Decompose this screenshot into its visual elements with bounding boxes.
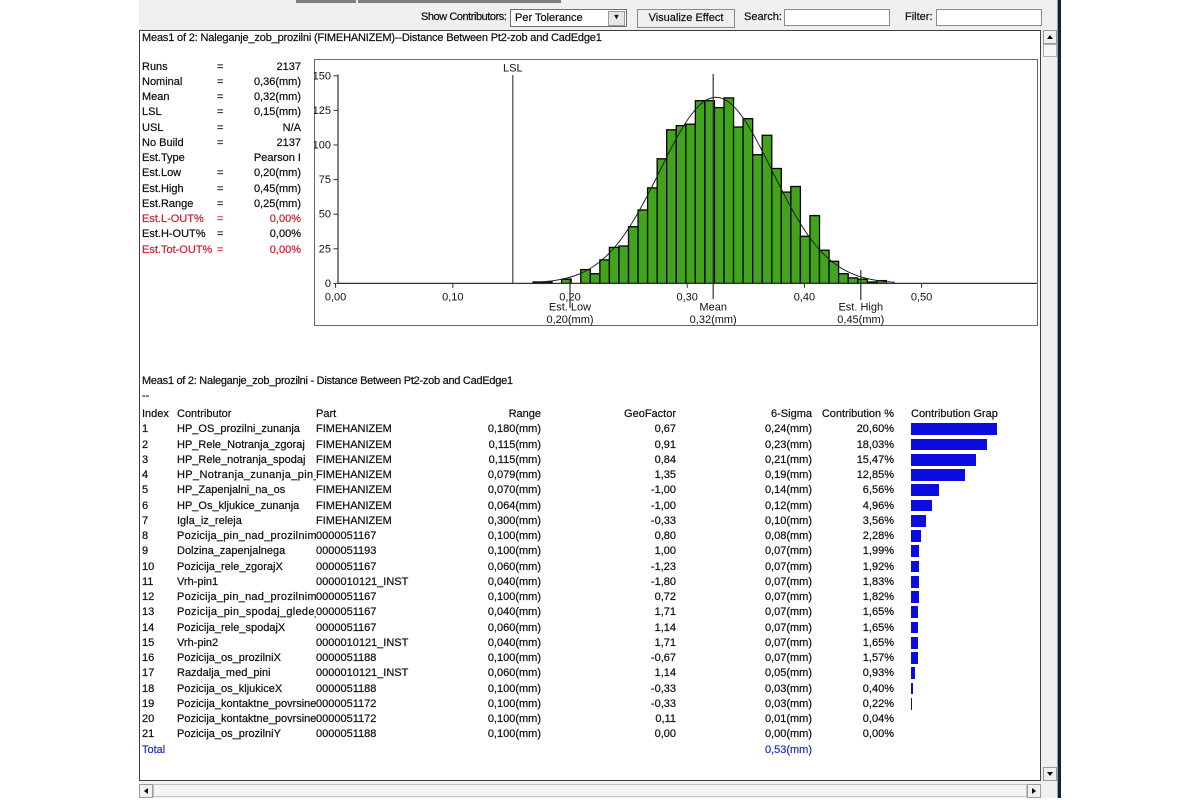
svg-text:0,00: 0,00: [325, 292, 346, 304]
svg-text:Est. Low: Est. Low: [549, 302, 591, 314]
svg-text:0,40: 0,40: [794, 292, 815, 304]
svg-text:0,32(mm): 0,32(mm): [690, 314, 737, 326]
svg-text:LSL: LSL: [503, 63, 523, 75]
svg-text:0: 0: [325, 278, 331, 290]
svg-text:150: 150: [314, 70, 331, 82]
svg-text:0,50: 0,50: [911, 292, 932, 304]
svg-text:0,10: 0,10: [442, 292, 463, 304]
svg-text:75: 75: [319, 174, 331, 186]
svg-text:Est. High: Est. High: [838, 302, 883, 314]
svg-text:Mean: Mean: [699, 302, 727, 314]
svg-text:0,20(mm): 0,20(mm): [546, 314, 593, 326]
svg-text:0,30: 0,30: [676, 292, 697, 304]
svg-text:125: 125: [314, 105, 331, 117]
svg-text:25: 25: [319, 243, 331, 255]
svg-text:100: 100: [314, 140, 331, 152]
svg-text:50: 50: [319, 209, 331, 221]
svg-text:0,45(mm): 0,45(mm): [837, 314, 884, 326]
